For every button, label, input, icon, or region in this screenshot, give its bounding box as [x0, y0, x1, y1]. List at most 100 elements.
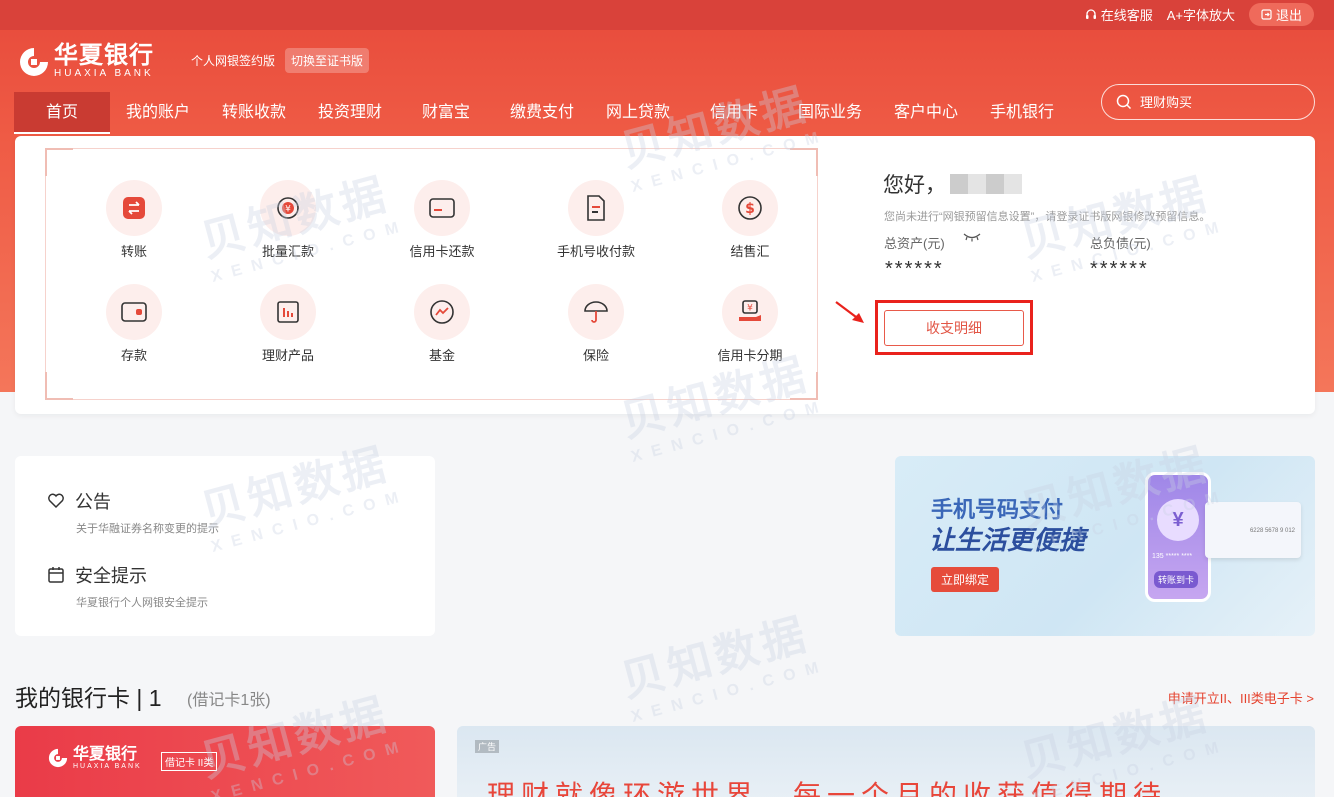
func-forex-label: 结售汇: [730, 244, 770, 259]
debit-card[interactable]: 华夏银行 HUAXIA BANK 借记卡 II类: [15, 726, 435, 797]
forex-icon: $: [738, 196, 762, 220]
banner-line2: 让生活更便捷: [929, 525, 1086, 555]
font-size-toggle[interactable]: A+字体放大: [1167, 5, 1235, 24]
batch-remit-icon: ¥: [277, 197, 299, 219]
func-transfer-label: 转账: [120, 244, 147, 259]
func-insurance[interactable]: 保险: [519, 284, 673, 364]
bind-now-button[interactable]: 立即绑定: [931, 567, 1000, 592]
nav-investment[interactable]: 投资理财: [302, 92, 398, 134]
logout-label: 退出: [1275, 8, 1302, 23]
my-cards-subtitle: (借记卡1张): [187, 692, 271, 709]
greeting-text: 您好，: [883, 174, 946, 197]
nav-transfer[interactable]: 转账收款: [206, 92, 302, 134]
func-fund[interactable]: 基金: [365, 284, 519, 364]
bank-logo-mark-icon: [20, 48, 48, 76]
func-phone-payment[interactable]: 手机号收付款: [519, 180, 673, 260]
bank-logo[interactable]: 华夏银行 HUAXIA BANK: [14, 44, 154, 80]
nav-credit-card[interactable]: 信用卡: [686, 92, 782, 134]
func-batch-remit-label: 批量汇款: [261, 244, 314, 259]
online-service-label: 在线客服: [1100, 8, 1153, 23]
card-logo: 华夏银行 HUAXIA BANK: [45, 746, 142, 770]
func-wealth-products[interactable]: 理财产品: [211, 284, 365, 364]
frame-corner: [45, 372, 73, 400]
func-batch-remit[interactable]: ¥ 批量汇款: [211, 180, 365, 260]
headset-icon: [1085, 8, 1096, 19]
transfer-icon: [123, 197, 145, 219]
func-transfer[interactable]: 转账: [57, 180, 211, 260]
function-grid: 转账 ¥ 批量汇款 信用卡还款 手机号收付款 $ 结售汇 存款 理财产品 基金: [57, 180, 827, 364]
nav-my-account[interactable]: 我的账户: [110, 92, 206, 134]
func-installment[interactable]: ¥ 信用卡分期: [673, 284, 827, 364]
search-icon: [1116, 94, 1132, 110]
frame-corner: [45, 148, 73, 176]
transaction-details-button[interactable]: 收支明细: [884, 310, 1024, 346]
svg-text:¥: ¥: [747, 304, 753, 314]
eye-closed-icon[interactable]: [963, 232, 981, 242]
transfer-to-card-label: 转账到卡: [1154, 571, 1199, 588]
bank-name: 华夏银行: [54, 42, 154, 69]
nav-home[interactable]: 首页: [14, 92, 110, 134]
ad-banner[interactable]: 广告 理财就像环游世界，每一个月的收获值得期待: [457, 726, 1315, 797]
installment-icon: ¥: [739, 300, 761, 321]
svg-text:$: $: [745, 201, 755, 217]
bank-logo-mark-icon: [48, 748, 68, 768]
func-credit-card-repay[interactable]: 信用卡还款: [365, 180, 519, 260]
phone-number-text: 135 ***** ****: [1152, 553, 1193, 560]
nav-wealth-treasure[interactable]: 财富宝: [398, 92, 494, 134]
umbrella-icon: [584, 301, 608, 323]
font-size-label: A+字体放大: [1166, 8, 1235, 23]
security-tip-item[interactable]: 安全提示: [47, 562, 147, 588]
func-installment-label: 信用卡分期: [717, 348, 783, 363]
top-utility-bar: 在线客服 A+字体放大 退出: [0, 0, 1334, 30]
nav-international[interactable]: 国际业务: [782, 92, 878, 134]
total-assets-label: 总资产(元): [884, 236, 945, 251]
greeting: 您好，: [883, 169, 1022, 199]
security-tip-title: 安全提示: [75, 566, 147, 586]
total-debt-label: 总负债(元): [1090, 236, 1151, 251]
chart-icon: [277, 301, 299, 323]
announcement-subtitle[interactable]: 关于华融证券名称变更的提示: [76, 520, 219, 536]
total-assets-value: ******: [885, 258, 944, 280]
func-insurance-label: 保险: [582, 348, 609, 363]
nav-mobile-banking[interactable]: 手机银行: [974, 92, 1070, 134]
mobile-payment-banner[interactable]: 手机号码支付 让生活更便捷 立即绑定 ¥ 135 ***** **** 转账到卡…: [895, 456, 1315, 636]
ad-text: 理财就像环游世界，每一个月的收获值得期待: [487, 780, 1168, 797]
svg-text:¥: ¥: [285, 205, 291, 215]
version-label: 个人网银签约版: [191, 54, 276, 68]
func-deposit-label: 存款: [120, 348, 147, 363]
security-tip-subtitle[interactable]: 华夏银行个人网银安全提示: [76, 594, 208, 610]
annotation-arrow-icon: [835, 301, 864, 323]
my-cards-title: 我的银行卡 | 1: [15, 685, 162, 711]
func-credit-card-repay-label: 信用卡还款: [409, 244, 475, 259]
reserved-info-notice: 您尚未进行“网银预留信息设置”，请登录证书版网银修改预留信息。: [884, 211, 1211, 223]
func-deposit[interactable]: 存款: [57, 284, 211, 364]
logout-button[interactable]: 退出: [1248, 3, 1314, 26]
func-fund-label: 基金: [428, 348, 455, 363]
announcement-item[interactable]: 公告: [47, 488, 111, 514]
frame-corner: [790, 148, 818, 176]
frame-corner: [790, 372, 818, 400]
search-input[interactable]: [1140, 94, 1300, 110]
card-bank-name: 华夏银行: [73, 745, 138, 763]
nav-loan[interactable]: 网上贷款: [590, 92, 686, 134]
online-service-link[interactable]: 在线客服: [1085, 5, 1153, 24]
card-bank-name-en: HUAXIA BANK: [73, 762, 142, 770]
bank-name-en: HUAXIA BANK: [54, 68, 154, 79]
heart-icon: [48, 493, 64, 509]
search-box[interactable]: [1101, 84, 1315, 120]
func-phone-payment-label: 手机号收付款: [556, 244, 635, 259]
credit-card-icon: [429, 198, 455, 218]
func-forex[interactable]: $ 结售汇: [673, 180, 827, 260]
card-number-text: 6228 5678 9 012: [1249, 528, 1295, 534]
main-nav: 首页 我的账户 转账收款 投资理财 财富宝 缴费支付 网上贷款 信用卡 国际业务…: [14, 92, 1070, 134]
ad-tag: 广告: [475, 740, 500, 753]
logout-icon: [1261, 9, 1272, 20]
switch-version-button[interactable]: 切换至证书版: [285, 48, 370, 73]
nav-customer-center[interactable]: 客户中心: [878, 92, 974, 134]
card-type-tag: 借记卡 II类: [161, 752, 218, 771]
nav-payment[interactable]: 缴费支付: [494, 92, 590, 134]
apply-ecard-link[interactable]: 申请开立II、III类电子卡 >: [1168, 688, 1314, 707]
func-wealth-products-label: 理财产品: [261, 348, 314, 363]
quick-functions-card: 转账 ¥ 批量汇款 信用卡还款 手机号收付款 $ 结售汇 存款 理财产品 基金: [15, 136, 1315, 414]
bank-card-illustration: 6228 5678 9 012: [1205, 502, 1301, 558]
